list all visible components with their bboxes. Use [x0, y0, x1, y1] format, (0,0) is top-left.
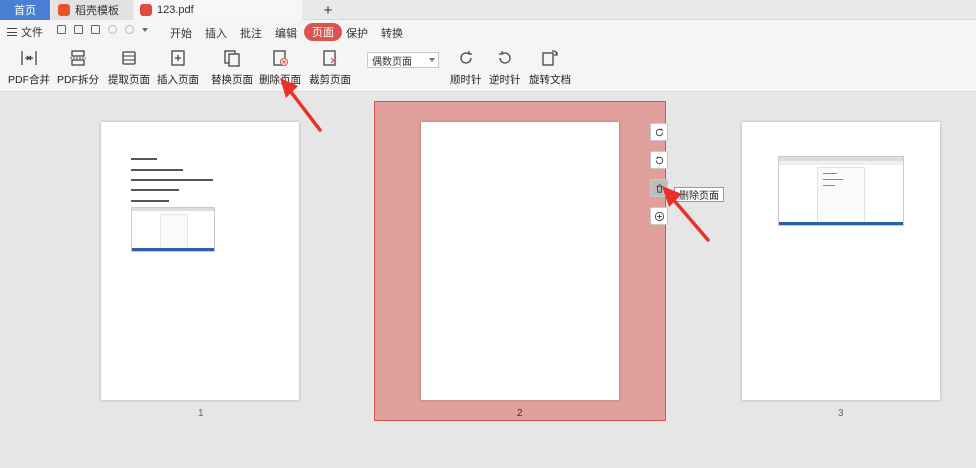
- print-icon[interactable]: [91, 25, 100, 34]
- extract-pages-button[interactable]: 提取页面: [108, 48, 150, 87]
- pdf-merge-button[interactable]: PDF合并: [8, 48, 50, 87]
- plus-icon: +: [323, 1, 333, 19]
- embedded-screenshot: [778, 156, 904, 226]
- file-menu[interactable]: 文件: [7, 24, 43, 40]
- insert-page-side-button[interactable]: [650, 207, 668, 225]
- insert-page-icon: [171, 50, 185, 66]
- rotate-cw-icon: [460, 51, 472, 64]
- delete-page-tooltip: 删除页面: [674, 187, 724, 202]
- replace-page-label: 替换页面: [211, 74, 253, 86]
- menu-annotate[interactable]: 批注: [240, 25, 262, 41]
- ribbon-toolbar: PDF合并 PDF拆分 提取页面 插入页面 替换页面 删除页面 裁剪页面 偶数页…: [0, 44, 976, 92]
- page-thumbnail-3[interactable]: [742, 122, 940, 400]
- pdf-merge-label: PDF合并: [8, 74, 50, 86]
- rotate-counterclockwise-page-button[interactable]: [650, 151, 668, 169]
- menu-edit[interactable]: 编辑: [275, 25, 297, 41]
- replace-page-button[interactable]: 替换页面: [211, 48, 253, 87]
- extract-pages-label: 提取页面: [108, 74, 150, 86]
- insert-page-button[interactable]: 插入页面: [157, 48, 199, 87]
- page-thumbnail-1[interactable]: [101, 122, 299, 400]
- merge-icon: [21, 51, 37, 65]
- insert-page-label: 插入页面: [157, 74, 199, 86]
- delete-page-side-button[interactable]: [650, 179, 668, 197]
- extract-icon: [122, 51, 136, 65]
- delete-page-button[interactable]: 删除页面: [259, 48, 301, 87]
- delete-page-label: 删除页面: [259, 74, 301, 86]
- page-thumbnail-2[interactable]: [421, 122, 619, 400]
- text-line: [131, 200, 169, 202]
- pdf-split-button[interactable]: PDF拆分: [57, 48, 99, 87]
- rotate-clockwise-page-button[interactable]: [650, 123, 668, 141]
- templates-logo-icon: [58, 4, 70, 16]
- new-tab-button[interactable]: +: [318, 0, 338, 20]
- menu-insert[interactable]: 插入: [205, 25, 227, 41]
- rotate-cw-icon: [655, 127, 663, 136]
- rotate-ccw-icon: [655, 155, 663, 164]
- replace-icon: [224, 50, 240, 67]
- page-number-3: 3: [838, 408, 844, 419]
- page-range-value: 偶数页面: [372, 56, 412, 68]
- tab-templates-label: 稻壳模板: [75, 5, 119, 17]
- tab-templates[interactable]: 稻壳模板: [52, 0, 132, 20]
- pdf-file-icon: [140, 4, 152, 16]
- page-number-1: 1: [198, 408, 204, 419]
- tab-document[interactable]: 123.pdf: [134, 0, 302, 20]
- tab-bar: 首页 稻壳模板 123.pdf +: [0, 0, 976, 20]
- text-line: [131, 169, 183, 171]
- undo-icon[interactable]: [108, 25, 117, 34]
- plus-circle-icon: [654, 211, 664, 221]
- rotate-document-label: 旋转文档: [529, 74, 571, 86]
- quick-access: [57, 25, 148, 34]
- menu-page[interactable]: 页面: [304, 23, 342, 41]
- rotate-counterclockwise-label: 逆时针: [489, 74, 521, 86]
- text-line: [131, 179, 213, 181]
- menu-bar: 文件 开始 插入 批注 编辑 页面 保护 转换: [0, 20, 976, 44]
- redo-icon[interactable]: [125, 25, 134, 34]
- page-range-select[interactable]: 偶数页面: [367, 52, 439, 68]
- trash-icon: [656, 183, 662, 193]
- rotate-document-button[interactable]: 旋转文档: [529, 48, 571, 87]
- menu-start[interactable]: 开始: [170, 25, 192, 41]
- customize-dropdown-icon[interactable]: [142, 28, 148, 32]
- tab-home-label: 首页: [14, 5, 36, 17]
- rotate-counterclockwise-button[interactable]: 逆时针: [489, 48, 521, 87]
- tooltip-text: 删除页面: [679, 191, 719, 202]
- file-menu-label: 文件: [21, 27, 43, 39]
- text-line: [131, 189, 179, 191]
- text-line: [131, 158, 157, 160]
- tab-home[interactable]: 首页: [0, 0, 50, 20]
- rotate-clockwise-button[interactable]: 顺时针: [450, 48, 482, 87]
- rotate-doc-icon: [542, 50, 558, 66]
- page-number-2: 2: [517, 408, 523, 419]
- split-icon: [70, 50, 86, 66]
- rotate-ccw-icon: [498, 51, 511, 64]
- pdf-split-label: PDF拆分: [57, 74, 99, 86]
- crop-icon: [323, 50, 337, 66]
- rotate-clockwise-label: 顺时针: [450, 74, 482, 86]
- hamburger-icon: [7, 28, 17, 36]
- chevron-down-icon: [429, 58, 435, 62]
- tab-document-label: 123.pdf: [157, 4, 194, 16]
- crop-page-label: 裁剪页面: [309, 74, 351, 86]
- delete-page-icon: [273, 50, 288, 66]
- open-folder-icon[interactable]: [57, 25, 66, 34]
- save-icon[interactable]: [74, 25, 83, 34]
- menu-convert[interactable]: 转换: [381, 25, 403, 41]
- embedded-screenshot: [131, 207, 215, 252]
- menu-protect[interactable]: 保护: [346, 25, 368, 41]
- crop-page-button[interactable]: 裁剪页面: [309, 48, 351, 87]
